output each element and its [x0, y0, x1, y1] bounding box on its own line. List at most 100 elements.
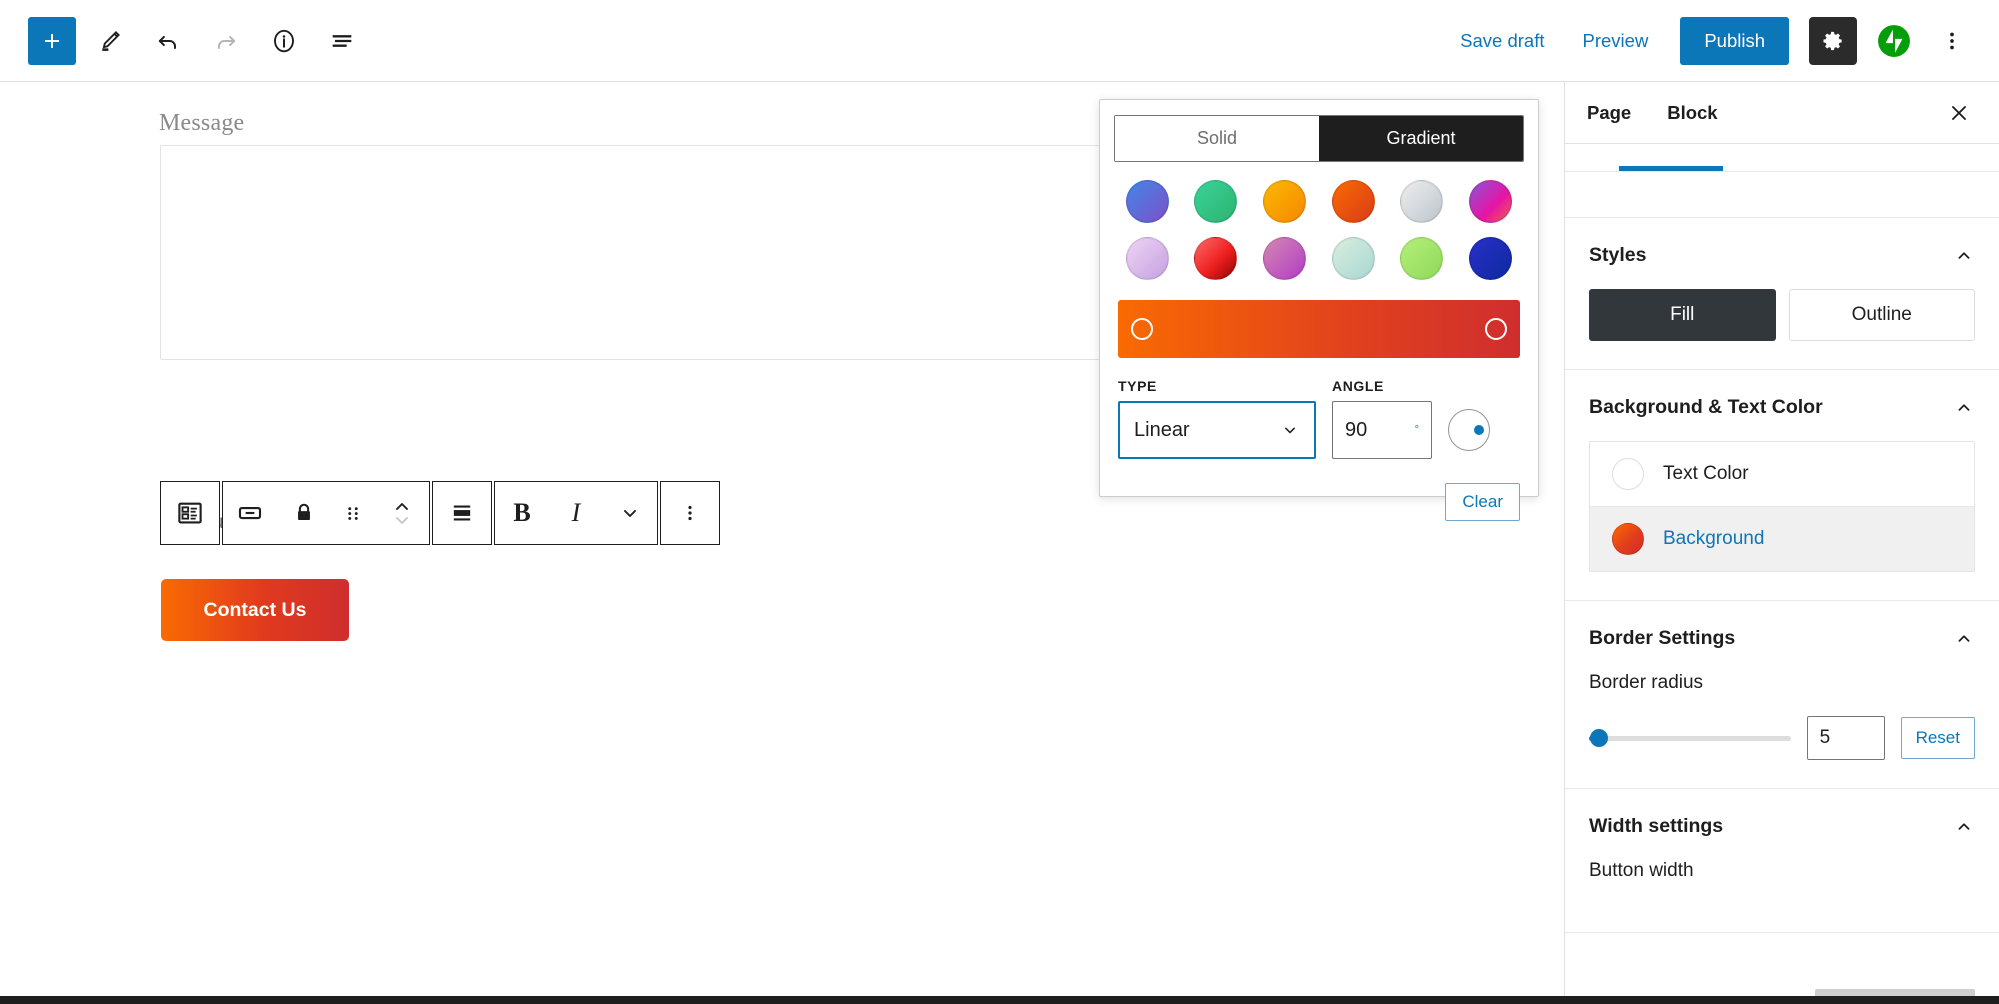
border-radius-row: 5 Reset [1589, 716, 1975, 760]
undo-arrow-icon[interactable] [144, 17, 192, 65]
gradient-swatch[interactable] [1125, 237, 1169, 280]
angle-dial-picker[interactable] [1448, 409, 1490, 451]
gradient-type-select[interactable]: Linear [1118, 401, 1316, 459]
border-title: Border Settings [1589, 627, 1736, 649]
contact-us-button[interactable]: Contact Us [161, 579, 349, 641]
form-block-icon[interactable] [161, 482, 219, 544]
editor-header: Save draft Preview Publish [0, 0, 1999, 82]
solid-gradient-toggle: Solid Gradient [1114, 115, 1524, 162]
block-options-dots-icon[interactable] [661, 482, 719, 544]
gradient-stop-handle-end[interactable] [1484, 318, 1507, 340]
border-radius-reset-button[interactable]: Reset [1900, 717, 1975, 759]
sidebar-tabs: Page Block [1565, 82, 1999, 144]
gradient-swatch[interactable] [1331, 237, 1375, 280]
style-fill-button[interactable]: Fill [1589, 289, 1776, 341]
gradient-swatch-grid [1118, 180, 1520, 280]
toolbar-group-parent [160, 481, 220, 545]
align-icon[interactable] [433, 482, 491, 544]
publish-button[interactable]: Publish [1680, 16, 1789, 65]
gradient-swatch[interactable] [1194, 180, 1238, 223]
button-width-options-clipped[interactable] [1815, 989, 1975, 996]
header-right-actions: Save draft Preview Publish [1444, 16, 1999, 65]
border-radius-slider[interactable] [1589, 729, 1791, 747]
gradient-swatch[interactable] [1331, 180, 1375, 223]
gradient-angle-input[interactable]: 90 ° [1332, 401, 1432, 459]
preview-button[interactable]: Preview [1567, 20, 1665, 62]
button-width-label: Button width [1589, 860, 1694, 881]
list-view-icon[interactable] [318, 17, 366, 65]
vertical-dots-icon[interactable] [1929, 17, 1975, 65]
styles-section-header[interactable]: Styles [1589, 244, 1975, 267]
lock-icon[interactable] [277, 482, 331, 544]
drag-handle-icon[interactable] [331, 482, 375, 544]
clear-row: Clear [1118, 483, 1520, 521]
wordpress-block-editor: Save draft Preview Publish Message Conta… [0, 0, 1999, 1004]
gradient-swatch[interactable] [1263, 237, 1307, 280]
bottom-edge-bar [0, 996, 1999, 1004]
colors-title: Background & Text Color [1589, 396, 1823, 418]
gradient-tab[interactable]: Gradient [1319, 116, 1523, 161]
gradient-swatch[interactable] [1125, 180, 1169, 223]
block-card-inner: Button [1589, 144, 1699, 152]
chevron-down-icon [1285, 427, 1295, 434]
chevron-up-icon [1958, 822, 1970, 830]
sidebar-spacer [1565, 172, 1999, 218]
gradient-swatch[interactable] [1469, 180, 1513, 223]
gradient-swatch[interactable] [1263, 180, 1307, 223]
gradient-swatch[interactable] [1469, 237, 1513, 280]
border-section-header[interactable]: Border Settings [1589, 627, 1975, 650]
background-text-color-section: Background & Text Color Text Color Backg… [1565, 370, 1999, 601]
bold-icon[interactable]: B [495, 482, 549, 544]
settings-gear-button[interactable] [1809, 16, 1857, 65]
degree-symbol: ° [1414, 424, 1419, 436]
colors-section-header[interactable]: Background & Text Color [1589, 396, 1975, 419]
info-circle-icon[interactable] [260, 17, 308, 65]
button-block-icon[interactable] [223, 482, 277, 544]
gradient-swatch[interactable] [1194, 237, 1238, 280]
jetpack-icon[interactable] [1871, 18, 1917, 64]
block-settings-sidebar: Page Block Button Styles [1564, 82, 1999, 996]
style-outline-button[interactable]: Outline [1788, 289, 1975, 341]
background-color-swatch-icon [1612, 523, 1644, 555]
move-up-down-icon[interactable] [375, 482, 429, 544]
angle-dial-knob [1474, 425, 1484, 435]
block-active-indicator [1619, 166, 1723, 171]
border-settings-section: Border Settings Border radius 5 Reset [1565, 601, 1999, 789]
button-block-icon [1589, 144, 1619, 152]
header-left-tools [0, 16, 366, 65]
block-card-row: Button [1565, 144, 1999, 172]
pencil-icon[interactable] [86, 17, 134, 65]
gradient-preview-bar[interactable] [1118, 300, 1520, 358]
width-section-header[interactable]: Width settings [1589, 815, 1975, 838]
gradient-controls-row: TYPE Linear ANGLE 90 ° [1118, 378, 1520, 459]
background-color-label: Background [1663, 528, 1765, 549]
text-color-row[interactable]: Text Color [1590, 442, 1974, 506]
text-color-label: Text Color [1663, 463, 1749, 484]
width-settings-section: Width settings Button width [1565, 789, 1999, 933]
gradient-type-value: Linear [1134, 418, 1190, 441]
slider-thumb[interactable] [1590, 729, 1608, 747]
border-radius-input[interactable]: 5 [1806, 716, 1885, 760]
clear-gradient-button[interactable]: Clear [1445, 483, 1520, 521]
save-draft-button[interactable]: Save draft [1444, 20, 1560, 62]
message-field-label: Message [159, 110, 245, 136]
solid-tab[interactable]: Solid [1115, 116, 1319, 161]
styles-title: Styles [1589, 244, 1647, 266]
tab-page[interactable]: Page [1587, 102, 1645, 124]
block-name-label: Button [1635, 144, 1699, 150]
close-icon[interactable] [1941, 95, 1977, 131]
italic-icon[interactable]: I [549, 482, 603, 544]
gradient-swatch[interactable] [1400, 237, 1444, 280]
gradient-angle-value: 90 [1345, 418, 1368, 441]
more-rich-text-chevron-icon[interactable] [603, 482, 657, 544]
gradient-swatch[interactable] [1400, 180, 1444, 223]
gradient-stop-handle-start[interactable] [1131, 318, 1154, 340]
redo-arrow-icon[interactable] [202, 17, 250, 65]
italic-label: I [571, 498, 581, 527]
width-title: Width settings [1589, 815, 1724, 837]
background-color-row[interactable]: Background [1590, 506, 1974, 571]
bold-label: B [513, 498, 531, 527]
add-block-inserter-button[interactable] [28, 16, 76, 65]
color-options-list: Text Color Background [1589, 441, 1975, 572]
tab-block[interactable]: Block [1667, 102, 1731, 124]
